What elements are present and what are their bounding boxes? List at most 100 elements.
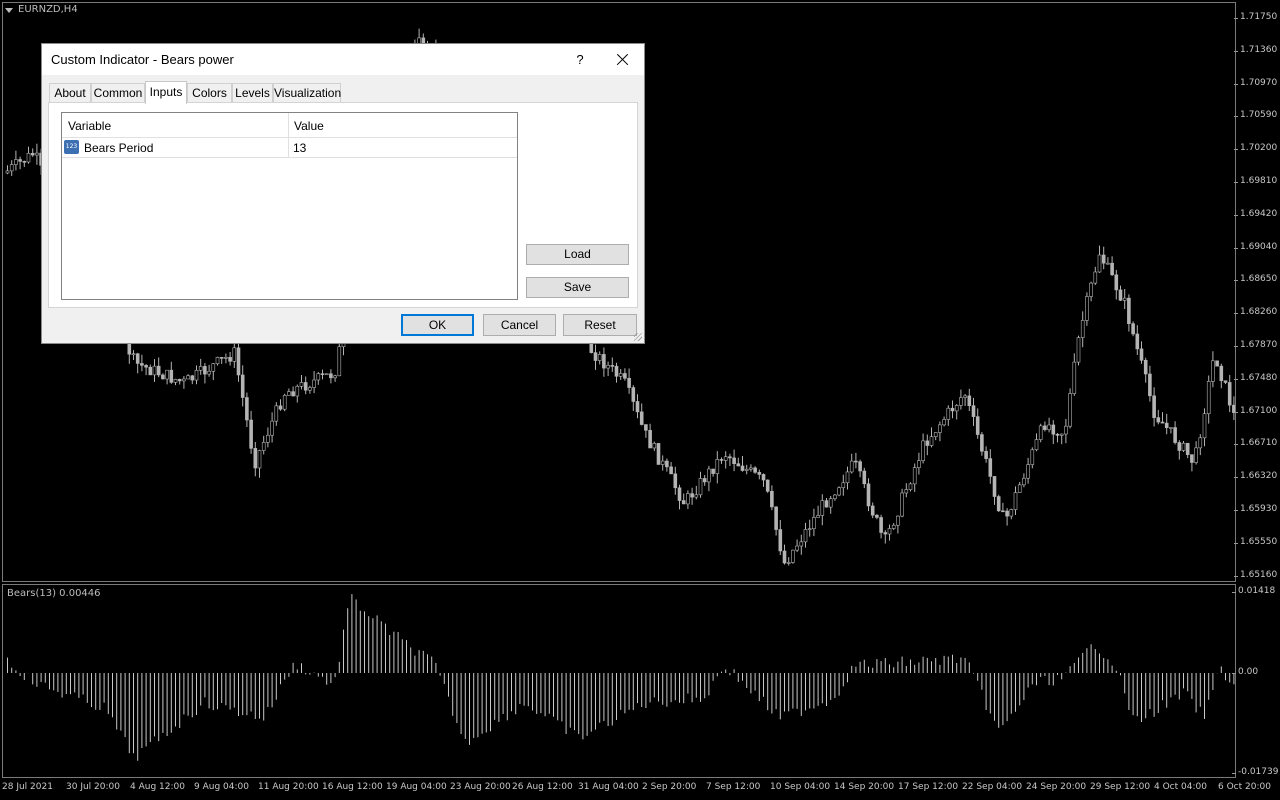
candle-body xyxy=(249,419,253,449)
time-tick: 6 Oct 20:00 xyxy=(1218,782,1271,792)
candle-body xyxy=(165,369,169,380)
candle-body xyxy=(1085,296,1089,321)
price-tick: 1.67870 xyxy=(1233,340,1278,350)
tab-levels[interactable]: Levels xyxy=(232,83,273,102)
candle-body xyxy=(1034,439,1039,451)
candle-body xyxy=(677,487,682,501)
candle-body xyxy=(774,506,778,530)
candle-body xyxy=(681,500,686,505)
column-header-variable[interactable]: Variable xyxy=(68,119,111,133)
candle-body xyxy=(245,397,249,421)
ok-button[interactable]: OK xyxy=(401,314,474,336)
candle-body xyxy=(652,443,657,449)
reset-button[interactable]: Reset xyxy=(563,314,637,336)
candle-body xyxy=(1148,373,1152,397)
candle-body xyxy=(803,529,808,543)
candle-body xyxy=(190,375,195,381)
candle-body xyxy=(1198,437,1203,449)
candle-body xyxy=(1017,484,1022,493)
candle-body xyxy=(1064,425,1068,435)
candle-body xyxy=(324,373,329,376)
candle-body xyxy=(1080,320,1085,338)
symbol-menu-arrow-icon[interactable] xyxy=(5,8,13,13)
candle-body xyxy=(807,528,812,531)
candle-body xyxy=(719,459,724,461)
candle-body xyxy=(1026,464,1030,479)
candle-body xyxy=(761,474,766,481)
candle-body xyxy=(1047,424,1051,430)
price-tick: 1.66710 xyxy=(1233,438,1278,449)
resize-grip-icon[interactable] xyxy=(634,333,642,341)
candle-body xyxy=(1005,510,1009,517)
candle-body xyxy=(261,442,266,451)
candle-body xyxy=(1009,509,1014,517)
candle-body xyxy=(253,448,258,469)
close-icon[interactable] xyxy=(608,47,636,73)
param-value[interactable]: 13 xyxy=(293,141,306,155)
time-tick: 14 Sep 20:00 xyxy=(834,782,895,792)
tab-visualization[interactable]: Visualization xyxy=(273,83,341,102)
candle-body xyxy=(1013,492,1018,510)
candle-body xyxy=(35,152,39,156)
tab-common[interactable]: Common xyxy=(91,83,145,102)
candle-body xyxy=(312,379,316,388)
candle-body xyxy=(5,170,10,174)
candle-body xyxy=(673,473,678,489)
tab-inputs[interactable]: Inputs xyxy=(145,81,187,104)
candle-body xyxy=(1143,359,1148,375)
candle-body xyxy=(1127,297,1131,324)
candle-body xyxy=(778,529,783,552)
load-button[interactable]: Load xyxy=(526,244,629,265)
candle-body xyxy=(854,460,858,463)
inputs-grid[interactable]: Variable Value 123 Bears Period 13 xyxy=(61,112,518,300)
candle-body xyxy=(597,354,602,361)
candle-body xyxy=(870,505,875,516)
candle-body xyxy=(236,347,241,376)
tab-about[interactable]: About xyxy=(49,83,91,102)
help-button[interactable]: ? xyxy=(568,48,592,72)
indicator-pane[interactable] xyxy=(2,584,1236,778)
candle-body xyxy=(896,515,900,526)
candle-body xyxy=(215,357,220,365)
candle-body xyxy=(980,434,984,452)
save-button[interactable]: Save xyxy=(526,277,629,298)
candle-body xyxy=(715,459,720,474)
column-header-value[interactable]: Value xyxy=(294,119,324,133)
time-tick: 23 Aug 20:00 xyxy=(450,782,511,792)
price-tick: 1.66320 xyxy=(1233,471,1278,482)
candle-body xyxy=(228,357,232,362)
candle-body xyxy=(18,159,22,162)
price-tick: 1.67100 xyxy=(1233,405,1278,416)
price-tick: 1.65930 xyxy=(1233,504,1278,514)
indicator-tick: 0.00 xyxy=(1231,667,1259,677)
candle-body xyxy=(148,366,153,376)
candle-body xyxy=(795,545,799,551)
candle-body xyxy=(270,420,274,436)
candle-body xyxy=(967,395,972,406)
candle-body xyxy=(623,373,627,379)
indicator-tick: 0.01418 xyxy=(1231,586,1276,596)
candle-body xyxy=(883,532,888,535)
candle-body xyxy=(14,159,18,165)
candle-body xyxy=(26,152,31,163)
candle-body xyxy=(1156,417,1161,423)
candle-body xyxy=(1106,262,1110,265)
candle-body xyxy=(303,382,308,391)
candle-body xyxy=(1160,421,1165,424)
candle-body xyxy=(329,373,333,379)
candle-body xyxy=(875,514,879,518)
candle-body xyxy=(161,374,165,380)
tab-colors[interactable]: Colors xyxy=(187,83,232,102)
cancel-button[interactable]: Cancel xyxy=(483,314,556,336)
dialog-titlebar[interactable]: Custom Indicator - Bears power ? xyxy=(42,44,644,75)
candle-body xyxy=(917,460,921,468)
candle-body xyxy=(240,374,245,398)
candle-body xyxy=(618,373,623,377)
candle-body xyxy=(698,478,703,496)
terminal-window: EURNZD,H4 Bears(13) 0.00446 1.71750 1.713… xyxy=(0,0,1280,800)
candle-body xyxy=(631,387,636,402)
candle-body xyxy=(1219,365,1224,382)
table-row[interactable]: 123 Bears Period 13 xyxy=(62,138,517,158)
candle-body xyxy=(828,498,833,508)
candle-body xyxy=(1059,433,1064,436)
